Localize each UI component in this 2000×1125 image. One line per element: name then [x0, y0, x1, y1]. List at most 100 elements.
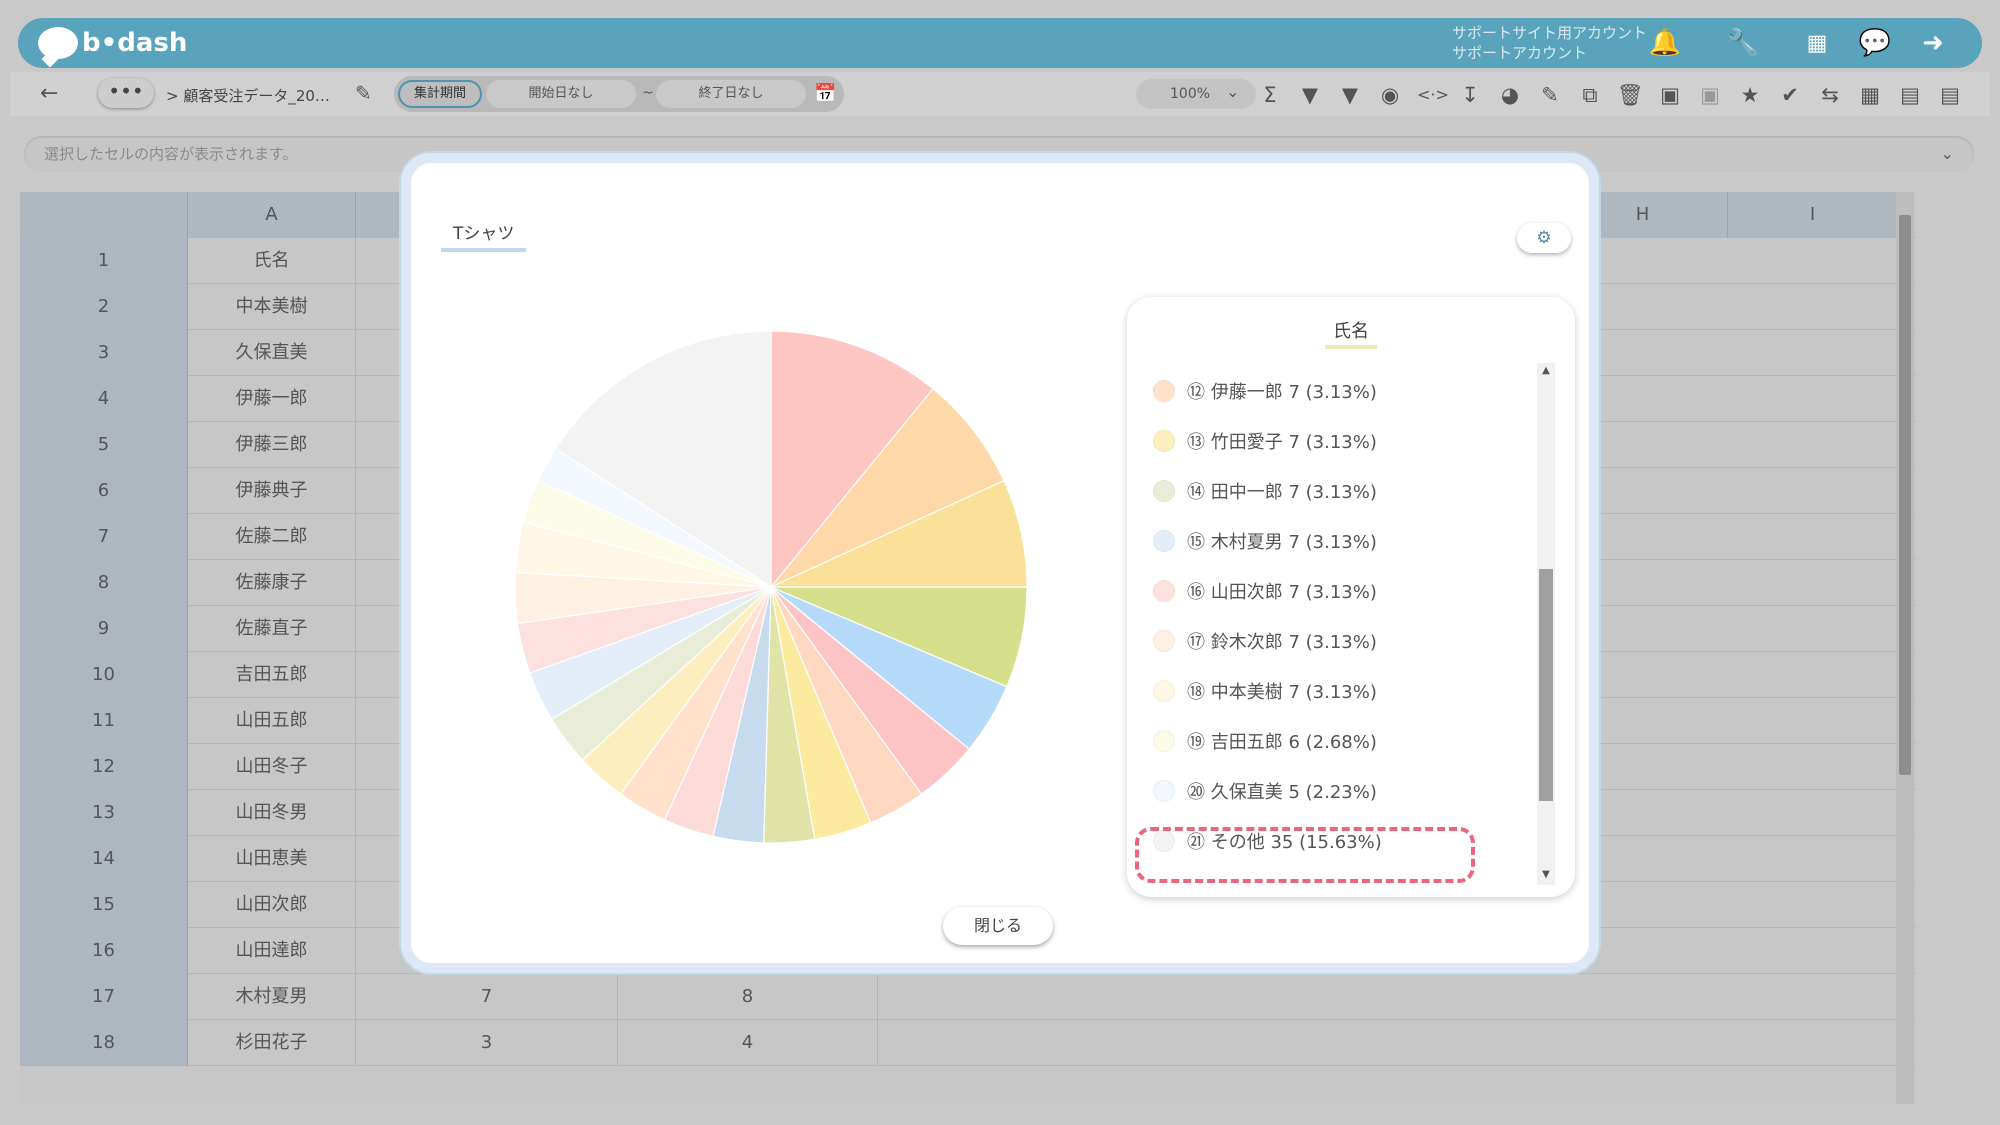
apps-grid-icon[interactable]: ▦	[1802, 28, 1832, 58]
sigma-icon[interactable]: Σ	[1257, 82, 1283, 108]
table-cell[interactable]: 山田恵美	[188, 836, 356, 882]
table-cell[interactable]: 佐藤二郎	[188, 514, 356, 560]
row-number[interactable]: 4	[20, 376, 188, 422]
legend-swatch	[1153, 480, 1175, 502]
table-cell[interactable]: 3	[356, 1020, 618, 1066]
close-button[interactable]: 閉じる	[943, 907, 1053, 945]
bell-icon[interactable]: 🔔	[1649, 28, 1681, 58]
scroll-up-icon[interactable]: ▲	[1539, 365, 1553, 376]
row-number[interactable]: 8	[20, 560, 188, 606]
star-icon[interactable]: ★	[1737, 82, 1763, 108]
row-number[interactable]: 18	[20, 1020, 188, 1066]
row-number[interactable]: 2	[20, 284, 188, 330]
copy-icon[interactable]: ⧉	[1577, 82, 1603, 108]
logout-icon[interactable]: ➜	[1918, 28, 1948, 58]
toolbar: ← ••• > 顧客受注データ_20… ✎ 集計期間 開始日なし ~ 終了日なし…	[10, 72, 1990, 116]
table-cell[interactable]: 伊藤三郎	[188, 422, 356, 468]
row-number[interactable]: 14	[20, 836, 188, 882]
corner-cell[interactable]	[20, 192, 188, 238]
table-cell[interactable]: 佐藤康子	[188, 560, 356, 606]
row-number[interactable]: 16	[20, 928, 188, 974]
row-number[interactable]: 10	[20, 652, 188, 698]
legend-item[interactable]: ⑳ 久保直美 5 (2.23%)	[1153, 775, 1377, 807]
row-number[interactable]: 15	[20, 882, 188, 928]
chart-title: Tシャツ	[441, 219, 527, 252]
filter-clear-icon[interactable]: ▼	[1297, 82, 1323, 108]
table-cell[interactable]: 久保直美	[188, 330, 356, 376]
table-cell[interactable]: 氏名	[188, 238, 356, 284]
table-cell[interactable]: 4	[618, 1020, 878, 1066]
legend-item[interactable]: ⑬ 竹田愛子 7 (3.13%)	[1153, 425, 1377, 457]
calendar-icon[interactable]: 📅	[814, 83, 836, 104]
row-number[interactable]: 12	[20, 744, 188, 790]
table-cell[interactable]: 吉田五郎	[188, 652, 356, 698]
legend-label: ⑲ 吉田五郎 6 (2.68%)	[1187, 732, 1377, 753]
filter-icon[interactable]: ▼	[1337, 82, 1363, 108]
row-number[interactable]: 9	[20, 606, 188, 652]
table-cell[interactable]: 山田達郎	[188, 928, 356, 974]
table-cell[interactable]: 中本美樹	[188, 284, 356, 330]
period-button[interactable]: 集計期間	[398, 80, 482, 108]
start-date-field[interactable]: 開始日なし	[486, 80, 636, 108]
table-cell[interactable]: 木村夏男	[188, 974, 356, 1020]
document-icon[interactable]: ▤	[1897, 82, 1923, 108]
legend-label: ⑳ 久保直美 5 (2.23%)	[1187, 782, 1377, 803]
row-number[interactable]: 5	[20, 422, 188, 468]
row-number[interactable]: 1	[20, 238, 188, 284]
pencil-icon[interactable]: ✎	[355, 81, 372, 105]
more-button[interactable]: •••	[98, 78, 154, 108]
table-cell[interactable]: 山田冬男	[188, 790, 356, 836]
row-number[interactable]: 7	[20, 514, 188, 560]
code-icon[interactable]: <·>	[1417, 82, 1449, 108]
legend-item[interactable]: ⑯ 山田次郎 7 (3.13%)	[1153, 575, 1377, 607]
table-cell[interactable]: 8	[618, 974, 878, 1020]
row-number[interactable]: 3	[20, 330, 188, 376]
table-cell[interactable]: 7	[356, 974, 618, 1020]
clipboard-icon[interactable]: ▤	[1937, 82, 1963, 108]
chart-settings-button[interactable]: ⚙	[1517, 223, 1571, 253]
eye-icon[interactable]: ◉	[1377, 82, 1403, 108]
legend-swatch	[1153, 380, 1175, 402]
refresh-icon[interactable]: ⇆	[1817, 82, 1843, 108]
edit-icon[interactable]: ✎	[1537, 82, 1563, 108]
legend-label: ⑱ 中本美樹 7 (3.13%)	[1187, 682, 1377, 703]
legend-item[interactable]: ⑭ 田中一郎 7 (3.13%)	[1153, 475, 1377, 507]
table-cell[interactable]: 伊藤典子	[188, 468, 356, 514]
scroll-down-icon[interactable]: ▼	[1539, 869, 1553, 880]
column-header-i[interactable]: I	[1728, 192, 1898, 238]
legend-item[interactable]: ⑲ 吉田五郎 6 (2.68%)	[1153, 725, 1377, 757]
legend-item[interactable]: ⑱ 中本美樹 7 (3.13%)	[1153, 675, 1377, 707]
table-cell[interactable]: 杉田花子	[188, 1020, 356, 1066]
trash-icon[interactable]: 🗑	[1617, 82, 1644, 108]
table-cell[interactable]: 伊藤一郎	[188, 376, 356, 422]
account-info[interactable]: サポートサイト用アカウント サポートアカウント	[1452, 23, 1647, 63]
legend-scrollbar-thumb[interactable]	[1539, 569, 1553, 801]
bdash-logo[interactable]: b•dash	[38, 25, 187, 61]
legend-item[interactable]: ⑫ 伊藤一郎 7 (3.13%)	[1153, 375, 1377, 407]
calendar-icon[interactable]: ▦	[1857, 82, 1883, 108]
table-cell[interactable]: 山田冬子	[188, 744, 356, 790]
sheet-scrollbar-thumb[interactable]	[1899, 215, 1911, 775]
wrench-icon[interactable]: 🔧	[1727, 28, 1759, 58]
chevron-down-icon[interactable]: ⌄	[1941, 136, 1954, 172]
chevron-down-icon[interactable]: ⌄	[1226, 82, 1239, 101]
column-header-a[interactable]: A	[188, 192, 356, 238]
legend-item[interactable]: ⑰ 鈴木次郎 7 (3.13%)	[1153, 625, 1377, 657]
download-icon[interactable]: ↧	[1457, 82, 1483, 108]
table-cell[interactable]: 佐藤直子	[188, 606, 356, 652]
row-number[interactable]: 17	[20, 974, 188, 1020]
back-arrow-icon[interactable]: ←	[40, 81, 58, 106]
user-check-icon[interactable]: ✔	[1777, 82, 1803, 108]
legend-list[interactable]: ⑫ 伊藤一郎 7 (3.13%) ⑬ 竹田愛子 7 (3.13%) ⑭ 田中一郎 7…	[1153, 363, 1533, 887]
breadcrumb[interactable]: > 顧客受注データ_20…	[166, 85, 330, 106]
table-cell[interactable]: 山田五郎	[188, 698, 356, 744]
table-cell[interactable]: 山田次郎	[188, 882, 356, 928]
row-number[interactable]: 13	[20, 790, 188, 836]
archive-icon[interactable]: ▣	[1657, 82, 1683, 108]
chart-icon[interactable]: ◕	[1497, 82, 1523, 108]
legend-item[interactable]: ⑮ 木村夏男 7 (3.13%)	[1153, 525, 1377, 557]
end-date-field[interactable]: 終了日なし	[656, 80, 806, 108]
row-number[interactable]: 6	[20, 468, 188, 514]
chat-bubble-icon[interactable]: 💬	[1859, 28, 1891, 58]
row-number[interactable]: 11	[20, 698, 188, 744]
